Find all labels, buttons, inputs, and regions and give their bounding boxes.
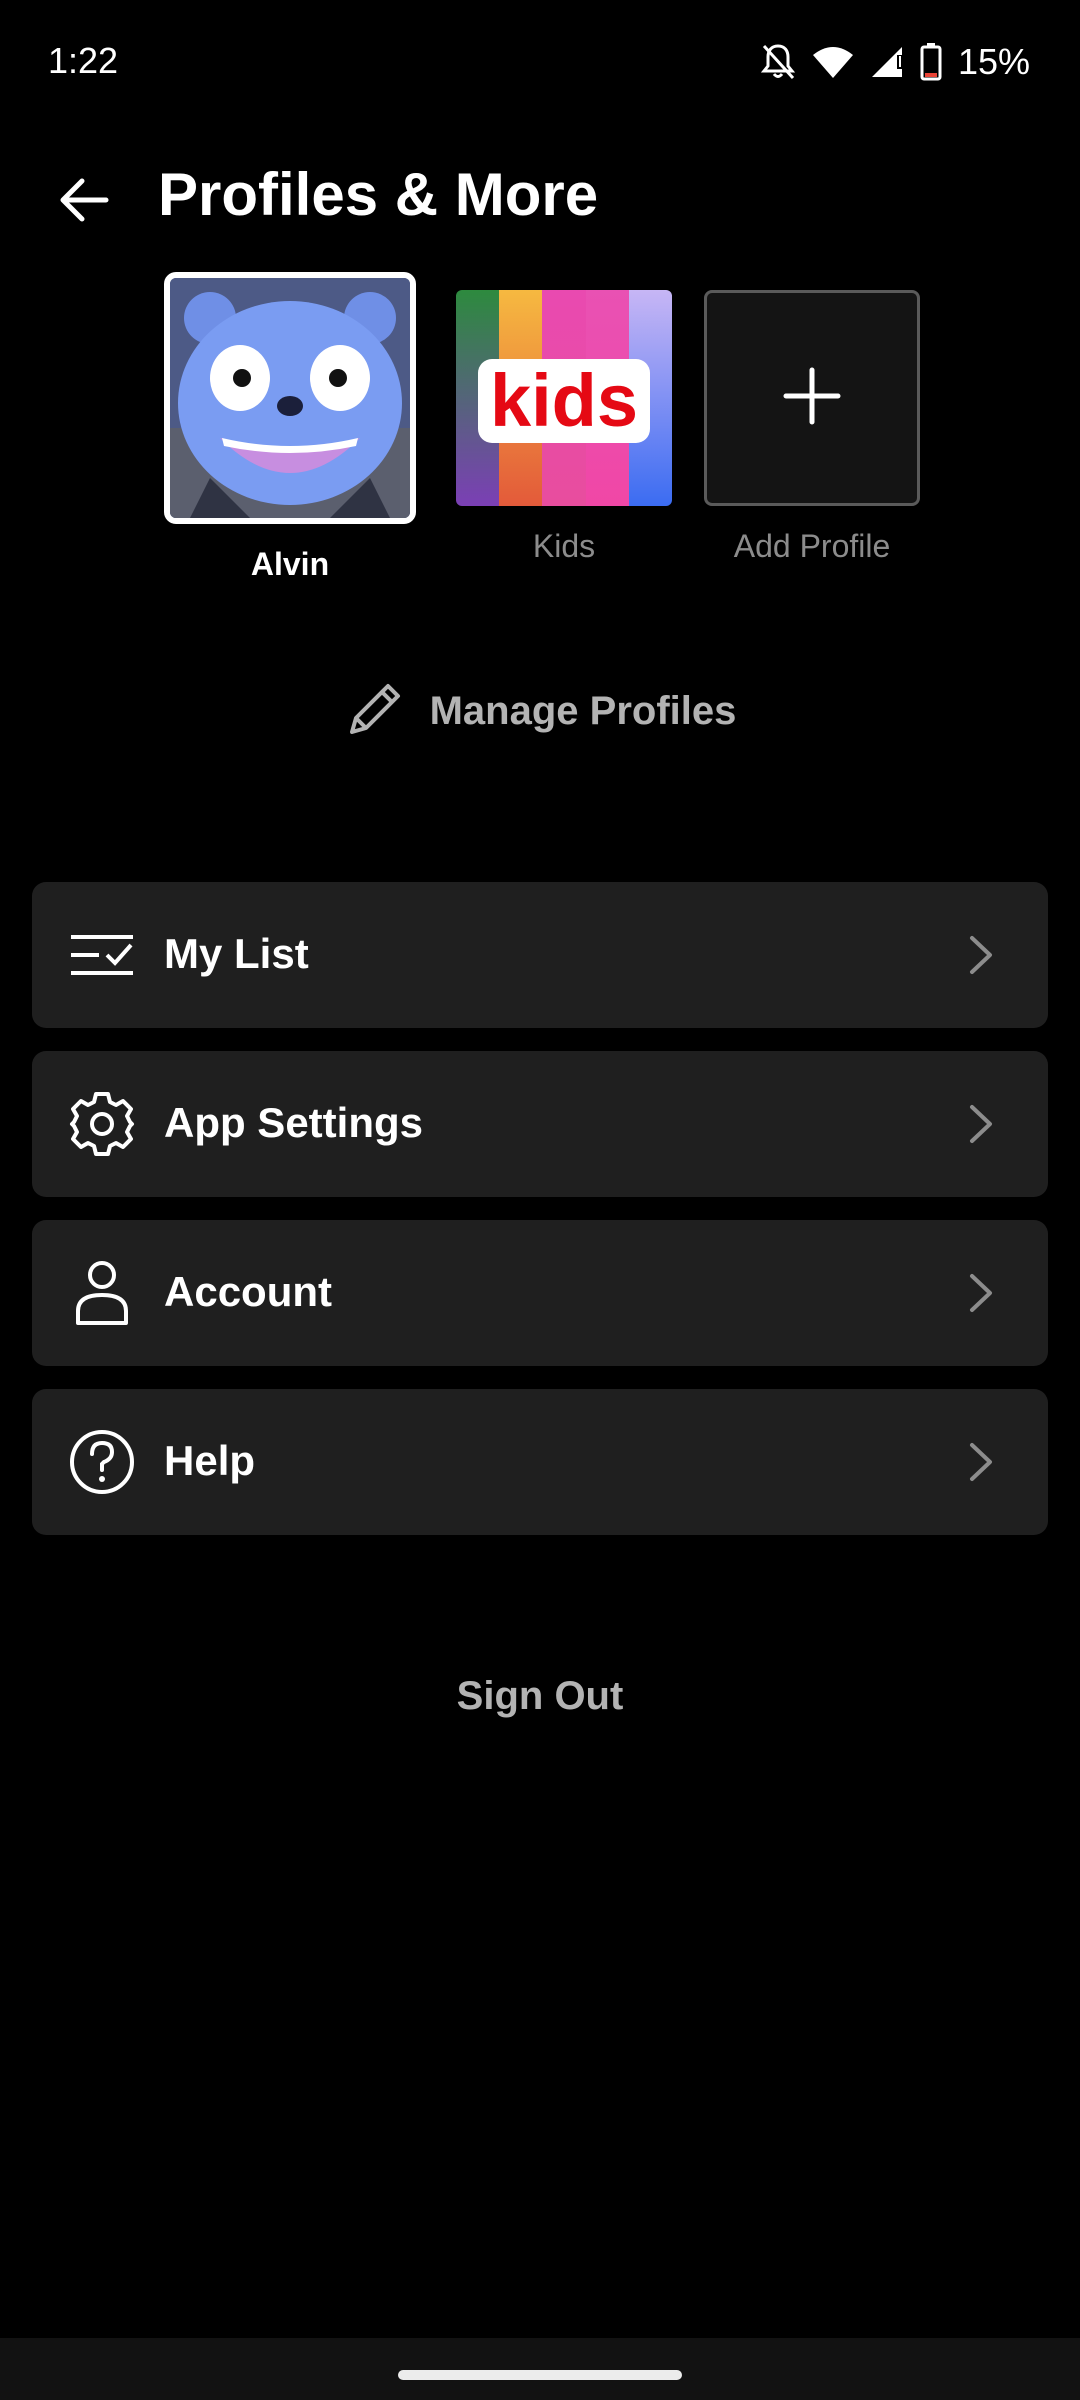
wifi-icon (812, 45, 854, 79)
chevron-right-icon (970, 1105, 992, 1143)
menu-label: Help (164, 1437, 256, 1484)
plus-icon (782, 366, 842, 431)
chevron-right-icon (970, 1443, 992, 1481)
menu-label: My List (164, 930, 309, 977)
system-nav-bar (0, 2338, 1080, 2400)
list-check-icon (62, 915, 142, 995)
avatar (164, 272, 416, 524)
signal-icon (870, 45, 904, 79)
back-button[interactable] (50, 168, 118, 236)
sign-out-button[interactable]: Sign Out (0, 1674, 1080, 1719)
header: Profiles & More (0, 150, 1080, 250)
arrow-left-icon (58, 177, 110, 228)
chevron-right-icon (970, 936, 992, 974)
menu-label: Account (164, 1268, 332, 1315)
bell-off-icon (760, 42, 796, 82)
profile-name-kids: Kids (532, 528, 596, 564)
menu-item-help[interactable]: Help (32, 1389, 1048, 1535)
profile-name-alvin: Alvin (250, 546, 330, 582)
menu-list: My List App Settings Account Help (32, 882, 1048, 1558)
kids-avatar: kids (456, 290, 672, 506)
menu-item-my-list[interactable]: My List (32, 882, 1048, 1028)
menu-item-app-settings[interactable]: App Settings (32, 1051, 1048, 1197)
add-profile-tile (704, 290, 920, 506)
battery-icon (920, 43, 942, 81)
add-profile-button[interactable]: Add Profile (704, 272, 920, 565)
manage-profiles-button[interactable]: Manage Profiles (0, 676, 1080, 746)
kids-logo: kids (456, 358, 672, 443)
page-title: Profiles & More (158, 161, 599, 228)
status-time: 1:22 (48, 40, 119, 81)
menu-item-account[interactable]: Account (32, 1220, 1048, 1366)
manage-profiles-label: Manage Profiles (429, 688, 737, 733)
person-icon (62, 1253, 142, 1333)
status-icons: 15% (760, 40, 1030, 84)
pencil-icon (344, 678, 406, 745)
menu-label: App Settings (164, 1099, 423, 1146)
profile-kids[interactable]: kids Kids (456, 272, 672, 565)
profile-name-add: Add Profile (733, 528, 891, 564)
profile-list: Alvin kids Kids Add Profile (0, 272, 1080, 602)
battery-percent: 15% (957, 41, 1030, 82)
gear-icon (62, 1084, 142, 1164)
status-bar: 1:22 15% (0, 0, 1080, 130)
profile-alvin[interactable]: Alvin (164, 272, 416, 583)
home-indicator[interactable] (398, 2370, 682, 2380)
help-circle-icon (62, 1422, 142, 1502)
chevron-right-icon (970, 1274, 992, 1312)
